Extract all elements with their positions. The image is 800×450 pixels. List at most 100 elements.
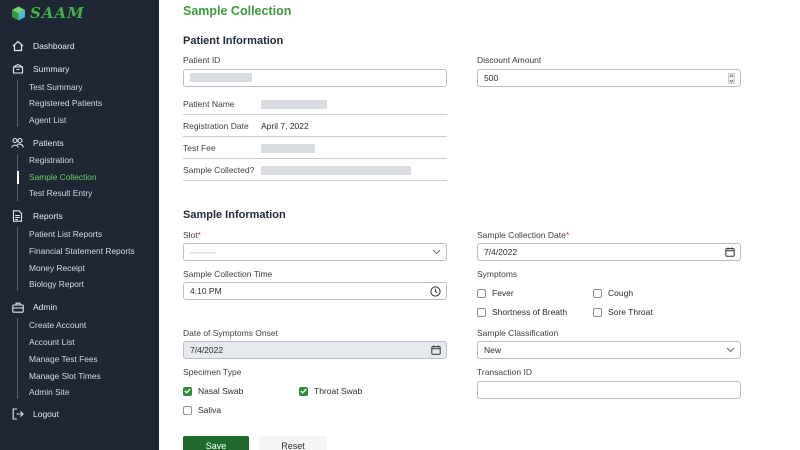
logo-text: SAAM [30,4,85,22]
sidebar-item-financial-statement-reports[interactable]: Financial Statement Reports [29,245,135,257]
collection-time-field[interactable]: 4:10 PM [183,282,447,300]
redacted-patient-name [261,100,327,109]
active-indicator [17,171,19,184]
nav-rail-summary [17,80,18,127]
sidebar-item-manage-test-fees[interactable]: Manage Test Fees [29,353,98,365]
main-content: Sample Collection Patient Information Pa… [159,0,800,450]
symptom-cough-checkbox[interactable]: Cough [593,288,633,298]
page-title: Sample Collection [183,4,292,18]
sidebar-item-money-receipt[interactable]: Money Receipt [29,262,85,274]
chevron-down-icon [432,246,441,258]
reset-button[interactable]: Reset [259,436,327,450]
save-button[interactable]: Save [183,436,249,450]
patient-id-label: Patient ID [183,55,221,65]
nav-summary[interactable]: Summary [11,62,69,76]
logout-icon [11,408,24,421]
nav-logout[interactable]: Logout [11,407,59,421]
specimen-type-label: Specimen Type [183,367,242,377]
test-fee-label: Test Fee [183,143,216,153]
nav-admin[interactable]: Admin [11,300,57,314]
patient-id-field[interactable] [183,69,447,87]
symptom-shortness-of-breath-checkbox[interactable]: Shortness of Breath [477,307,567,317]
test-fee-row: Test Fee [183,139,447,159]
transaction-id-label: Transaction ID [477,367,532,377]
nav-logout-label: Logout [33,409,59,419]
nav-dashboard[interactable]: Dashboard [11,39,75,53]
nav-summary-label: Summary [33,64,70,74]
symptoms-onset-field[interactable]: 7/4/2022 [183,341,447,359]
classification-value: New [484,345,502,355]
sidebar-item-sample-collection[interactable]: Sample Collection [29,171,97,183]
specimen-saliva-checkbox[interactable]: Saliva [183,405,221,415]
sidebar-item-test-summary[interactable]: Test Summary [29,81,83,93]
symptom-shortness-of-breath-label: Shortness of Breath [492,307,568,317]
required-mark: * [565,230,570,240]
specimen-throat-swab-label: Throat Swab [314,386,363,396]
symptom-sore-throat-label: Sore Throat [608,307,653,317]
collection-time-value: 4:10 PM [190,286,222,296]
classification-select[interactable]: New [477,341,741,359]
symptom-sore-throat-checkbox[interactable]: Sore Throat [593,307,653,317]
nav-reports[interactable]: Reports [11,209,63,223]
checkbox-box [593,288,602,298]
sidebar-item-biology-report[interactable]: Biology Report [29,278,84,290]
checkbox-box [593,307,602,317]
registration-date-value: April 7, 2022 [261,121,309,131]
collection-date-label: Sample Collection Date* [477,230,569,240]
sidebar-item-account-list[interactable]: Account List [29,336,75,348]
checkbox-box [183,405,192,415]
sidebar-item-agent-list[interactable]: Agent List [29,114,66,126]
slot-value: --------- [190,247,216,257]
redacted-test-fee [261,144,315,153]
patients-icon [11,137,24,150]
classification-label: Sample Classification [477,328,559,338]
sidebar-item-registered-patients[interactable]: Registered Patients [29,97,102,109]
collection-date-field[interactable]: 7/4/2022 [477,243,741,261]
patient-info-title: Patient Information [183,35,284,47]
sample-info-title: Sample Information [183,209,286,221]
specimen-nasal-swab-checkbox[interactable]: Nasal Swab [183,386,243,396]
chevron-down-icon [726,344,735,356]
discount-amount-field[interactable]: 500 [477,69,741,87]
discount-value: 500 [484,73,499,83]
box-icon [11,63,24,76]
patient-name-label: Patient Name [183,99,235,109]
check-icon [299,386,308,396]
sidebar-item-manage-slot-times[interactable]: Manage Slot Times [29,370,101,382]
calendar-icon[interactable] [431,344,441,356]
calendar-icon[interactable] [725,246,735,258]
sample-collected-label: Sample Collected? [183,165,255,175]
discount-label: Discount Amount [477,55,542,65]
symptom-fever-checkbox[interactable]: Fever [477,288,514,298]
nav-rail-reports [17,227,18,291]
required-mark: * [197,230,201,240]
sidebar-item-create-account[interactable]: Create Account [29,319,86,331]
check-icon [183,386,192,396]
document-icon [11,210,24,223]
specimen-throat-swab-checkbox[interactable]: Throat Swab [299,386,362,396]
nav-admin-label: Admin [33,302,58,312]
home-icon [11,40,24,53]
collection-time-label: Sample Collection Time [183,269,273,279]
sidebar-item-registration[interactable]: Registration [29,154,74,166]
redacted-patient-id [190,73,252,82]
slot-label-text: Slot [183,230,198,240]
sidebar-item-test-result-entry[interactable]: Test Result Entry [29,187,92,199]
briefcase-icon [11,301,24,314]
sidebar-item-patient-list-reports[interactable]: Patient List Reports [29,228,102,240]
app-logo[interactable]: SAAM [11,4,85,22]
spinner-icon[interactable] [728,72,735,84]
sidebar-item-admin-site[interactable]: Admin Site [29,386,70,398]
registration-date-label: Registration Date [183,121,249,131]
sidebar: SAAM Dashboard Summary Test Summary Regi… [0,0,159,450]
slot-label: Slot* [183,230,201,240]
redacted-sample-collected [261,166,411,175]
clock-icon[interactable] [430,285,441,297]
checkbox-box [477,307,486,317]
transaction-id-field[interactable] [477,381,741,399]
slot-select[interactable]: --------- [183,243,447,261]
collection-date-value: 7/4/2022 [484,247,518,257]
sample-collected-row: Sample Collected? [183,161,447,181]
nav-patients[interactable]: Patients [11,136,64,150]
symptom-fever-label: Fever [492,288,514,298]
